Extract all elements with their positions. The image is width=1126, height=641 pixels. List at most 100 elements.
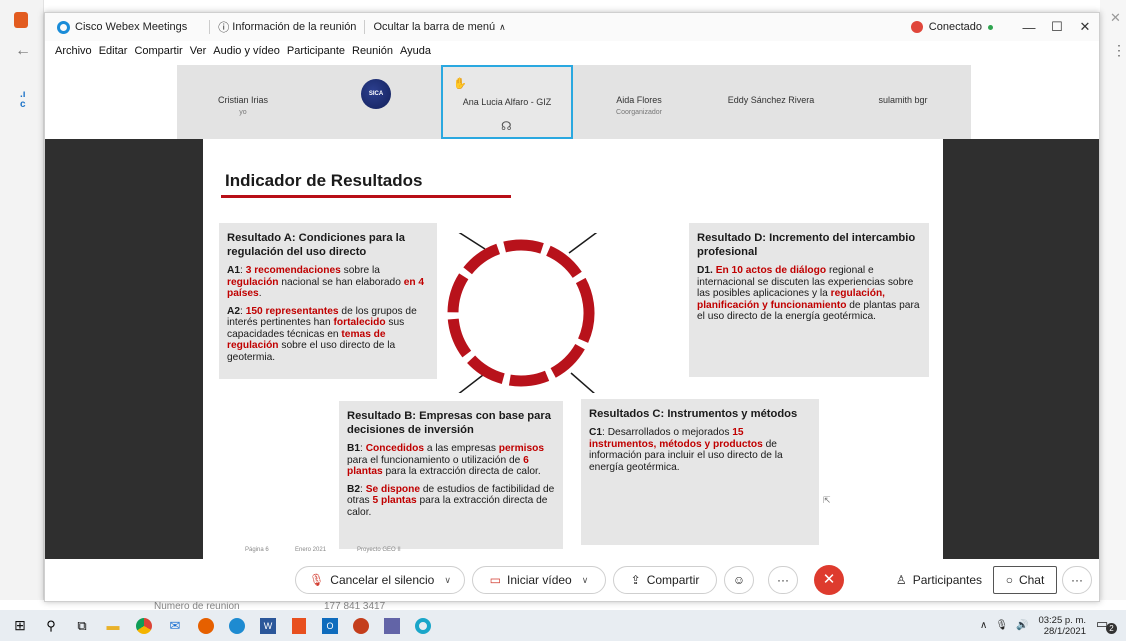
- microphone-icon[interactable]: 🎙: [995, 620, 1008, 631]
- chevron-down-icon[interactable]: ∨: [444, 575, 451, 586]
- participant-tile[interactable]: Cristian Irias yo: [177, 65, 309, 139]
- firefox-icon[interactable]: [194, 616, 218, 636]
- result-a-box: Resultado A: Condiciones para la regulac…: [219, 223, 437, 379]
- webex-taskbar-icon[interactable]: [411, 616, 435, 636]
- unmute-button[interactable]: 🎙 Cancelar el silencio ∨: [295, 566, 465, 594]
- result-d1-text: D1. En 10 actos de diálogo regional e in…: [697, 265, 920, 322]
- result-b-box: Resultado B: Empresas con base para deci…: [339, 401, 563, 549]
- participant-name: Ana Lucia Alfaro - GIZ: [462, 97, 552, 107]
- participant-tile[interactable]: sulamith bgr: [837, 65, 969, 139]
- result-c-heading: Resultados C: Instrumentos y métodos: [589, 408, 798, 420]
- connection-status[interactable]: Conectado: [929, 21, 982, 33]
- chevron-down-icon[interactable]: ∨: [582, 575, 589, 586]
- result-b-heading: Resultado B: Empresas con base para deci…: [347, 410, 551, 436]
- leave-meeting-button[interactable]: ✕: [814, 565, 844, 595]
- slide-footer-project: Proyecto GEO II: [357, 547, 401, 553]
- start-video-label: Iniciar vídeo: [507, 573, 572, 587]
- unmute-label: Cancelar el silencio: [330, 573, 435, 587]
- menu-archivo[interactable]: Archivo: [55, 45, 92, 57]
- close-icon: ✕: [822, 571, 836, 588]
- result-a-heading: Resultado A: Condiciones para la regulac…: [227, 232, 405, 258]
- chat-button[interactable]: ○ Chat: [993, 566, 1057, 594]
- menu-reunion[interactable]: Reunión: [352, 45, 393, 57]
- share-button[interactable]: ⇪ Compartir: [613, 566, 717, 594]
- mail-icon[interactable]: ✉: [163, 616, 187, 636]
- clock[interactable]: 03:25 p. m. 28/1/2021: [1038, 615, 1086, 637]
- volume-icon[interactable]: 🔊: [1016, 620, 1028, 631]
- result-c-box: Resultados C: Instrumentos y métodos C1:…: [581, 399, 819, 545]
- teams-icon[interactable]: [380, 616, 404, 636]
- background-browser-left: ← .ı c: [0, 0, 44, 600]
- powerpoint-icon[interactable]: [349, 616, 373, 636]
- participants-button[interactable]: ♙ Participantes: [891, 566, 987, 594]
- chrome-icon[interactable]: [132, 616, 156, 636]
- results-ring-graphic: [447, 233, 598, 393]
- result-b1-text: B1: Concedidos a las empresas permisos p…: [347, 443, 545, 477]
- meeting-controls: 🎙 Cancelar el silencio ∨ ▭ Iniciar vídeo…: [45, 559, 1099, 601]
- office-icon: [14, 12, 28, 28]
- office-icon[interactable]: [287, 616, 311, 636]
- maximize-button[interactable]: ☐: [1043, 19, 1071, 35]
- file-explorer-icon[interactable]: ▬: [101, 616, 125, 636]
- participant-tile-active-speaker[interactable]: ✋ Ana Lucia Alfaro - GIZ ☊: [441, 65, 573, 139]
- menu-compartir[interactable]: Compartir: [134, 45, 182, 57]
- windows-start-icon[interactable]: ⊞: [8, 616, 32, 636]
- menu-bar: Archivo Editar Compartir Ver Audio y víd…: [45, 41, 1099, 61]
- back-arrow-icon[interactable]: ←: [15, 42, 31, 60]
- participant-tile[interactable]: SICA: [309, 65, 441, 139]
- menu-audio-video[interactable]: Audio y vídeo: [213, 45, 280, 57]
- info-icon: ⓘ: [218, 22, 230, 34]
- panel-options-button[interactable]: ···: [1062, 566, 1092, 594]
- result-c1-text: C1: Desarrollados o mejorados 15 instrum…: [589, 427, 783, 473]
- clock-time: 03:25 p. m.: [1038, 614, 1086, 626]
- task-view-icon[interactable]: ⧉: [70, 616, 94, 636]
- participant-role: Coorganizador: [616, 109, 662, 116]
- result-d-box: Resultado D: Incremento del intercambio …: [689, 223, 929, 377]
- ellipsis-icon: ···: [1071, 573, 1083, 587]
- background-close-icon[interactable]: ✕: [1110, 10, 1121, 26]
- outlook-icon[interactable]: O: [318, 616, 342, 636]
- minimize-button[interactable]: —: [1015, 20, 1043, 35]
- close-button[interactable]: ✕: [1071, 19, 1099, 35]
- menu-ver[interactable]: Ver: [190, 45, 207, 57]
- title-underline: [221, 195, 511, 198]
- clock-date: 28/1/2021: [1043, 625, 1086, 637]
- participant-tile[interactable]: Aida Flores Coorganizador: [573, 65, 705, 139]
- chevron-up-icon[interactable]: ∧: [980, 620, 987, 631]
- meeting-info-button[interactable]: Información de la reunión: [232, 21, 356, 33]
- chat-label: Chat: [1018, 573, 1045, 587]
- background-menu-icon[interactable]: ⋮: [1112, 42, 1126, 59]
- hide-menu-button[interactable]: Ocultar la barra de menú: [373, 21, 495, 33]
- chevron-up-icon[interactable]: ∧: [499, 22, 506, 33]
- shared-content-area[interactable]: Indicador de Resultados Resultado A: Con…: [45, 139, 1099, 559]
- participant-tile[interactable]: Eddy Sánchez Rivera: [705, 65, 837, 139]
- result-b2-text: B2: Se dispone de estudios de factibilid…: [347, 483, 555, 518]
- more-options-button[interactable]: ···: [768, 566, 798, 594]
- edge-icon[interactable]: [225, 616, 249, 636]
- word-icon[interactable]: W: [256, 616, 280, 636]
- windows-taskbar: ⊞ ⚲ ⧉ ▬ ✉ W O ∧ 🎙 🔊 03:25 p. m. 28/1/202…: [0, 610, 1126, 641]
- person-icon: ♙: [895, 573, 907, 587]
- participant-name: Aida Flores: [616, 95, 662, 105]
- notification-count: 2: [1106, 622, 1117, 634]
- sica-logo-avatar: SICA: [361, 79, 391, 109]
- app-title: Cisco Webex Meetings: [75, 21, 188, 33]
- reactions-button[interactable]: ☺: [724, 566, 754, 594]
- microphone-muted-icon: 🎙: [309, 573, 325, 587]
- start-video-button[interactable]: ▭ Iniciar vídeo ∨: [472, 566, 606, 594]
- notifications-icon[interactable]: ▭ 2: [1096, 616, 1120, 636]
- menu-participante[interactable]: Participante: [287, 45, 345, 57]
- share-icon: ⇪: [630, 573, 641, 587]
- participant-name: Cristian Irias: [217, 95, 268, 105]
- divider: [209, 20, 211, 34]
- participant-name: Eddy Sánchez Rivera: [727, 95, 815, 105]
- share-label: Compartir: [646, 573, 700, 587]
- menu-ayuda[interactable]: Ayuda: [400, 45, 431, 57]
- search-icon[interactable]: ⚲: [39, 616, 63, 636]
- raised-hand-icon: ✋: [453, 78, 467, 90]
- result-a1-text: A1: 3 recomendaciones sobre la regulació…: [227, 265, 425, 299]
- result-d-heading: Resultado D: Incremento del intercambio …: [697, 232, 916, 258]
- speaking-audio-icon: ☊: [501, 119, 512, 133]
- slide-footer-date: Enero 2021: [295, 547, 327, 553]
- menu-editar[interactable]: Editar: [99, 45, 128, 57]
